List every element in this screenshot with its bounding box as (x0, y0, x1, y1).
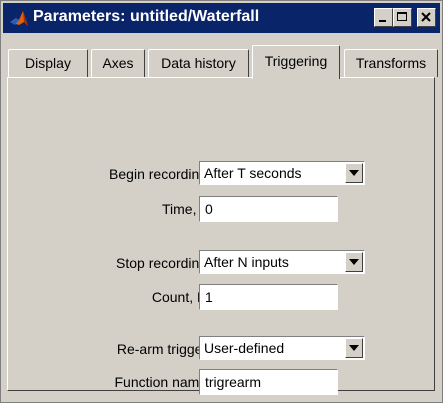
rearm-trigger-value: User-defined (204, 340, 285, 356)
count-field[interactable]: 1 (199, 284, 338, 310)
tab-display[interactable]: Display (8, 49, 88, 77)
begin-recording-select[interactable]: After T seconds (199, 161, 365, 185)
begin-recording-value: After T seconds (204, 165, 302, 181)
rearm-trigger-label: Re-arm trigger: (116, 341, 211, 357)
stop-recording-label: Stop recording: (116, 255, 211, 271)
function-name-field[interactable]: trigrearm (199, 369, 338, 395)
dropdown-button[interactable] (345, 163, 363, 183)
count-value: 1 (205, 289, 213, 305)
tab-axes[interactable]: Axes (91, 49, 145, 77)
close-icon (421, 12, 431, 22)
minimize-button[interactable] (374, 8, 393, 27)
dropdown-button[interactable] (345, 252, 363, 272)
tab-triggering[interactable]: Triggering (252, 45, 340, 79)
triggering-panel: Begin recording: After T seconds Time, T… (7, 77, 435, 395)
matlab-icon (9, 9, 29, 29)
title-bar[interactable]: Parameters: untitled/Waterfall (3, 3, 440, 33)
window-title: Parameters: untitled/Waterfall (33, 8, 260, 25)
maximize-button[interactable] (393, 8, 412, 27)
tab-strip: Display Axes Data history Triggering Tra… (1, 35, 442, 81)
dropdown-button[interactable] (345, 338, 363, 358)
rearm-trigger-select[interactable]: User-defined (199, 336, 365, 360)
stop-recording-value: After N inputs (204, 254, 289, 270)
tab-transforms[interactable]: Transforms (344, 49, 438, 77)
chevron-down-icon (349, 259, 359, 265)
chevron-down-icon (349, 170, 359, 176)
chevron-down-icon (349, 345, 359, 351)
function-name-value: trigrearm (205, 374, 262, 390)
close-button[interactable] (417, 8, 436, 27)
begin-recording-label: Begin recording: (109, 166, 211, 182)
time-value: 0 (205, 201, 213, 217)
maximize-icon (397, 12, 407, 21)
time-field[interactable]: 0 (199, 196, 338, 222)
tab-data-history[interactable]: Data history (148, 49, 249, 77)
stop-recording-select[interactable]: After N inputs (199, 250, 365, 274)
function-name-label: Function name: (114, 374, 212, 390)
minimize-icon (379, 20, 386, 22)
parameters-window: Parameters: untitled/Waterfall Display A… (0, 0, 443, 403)
